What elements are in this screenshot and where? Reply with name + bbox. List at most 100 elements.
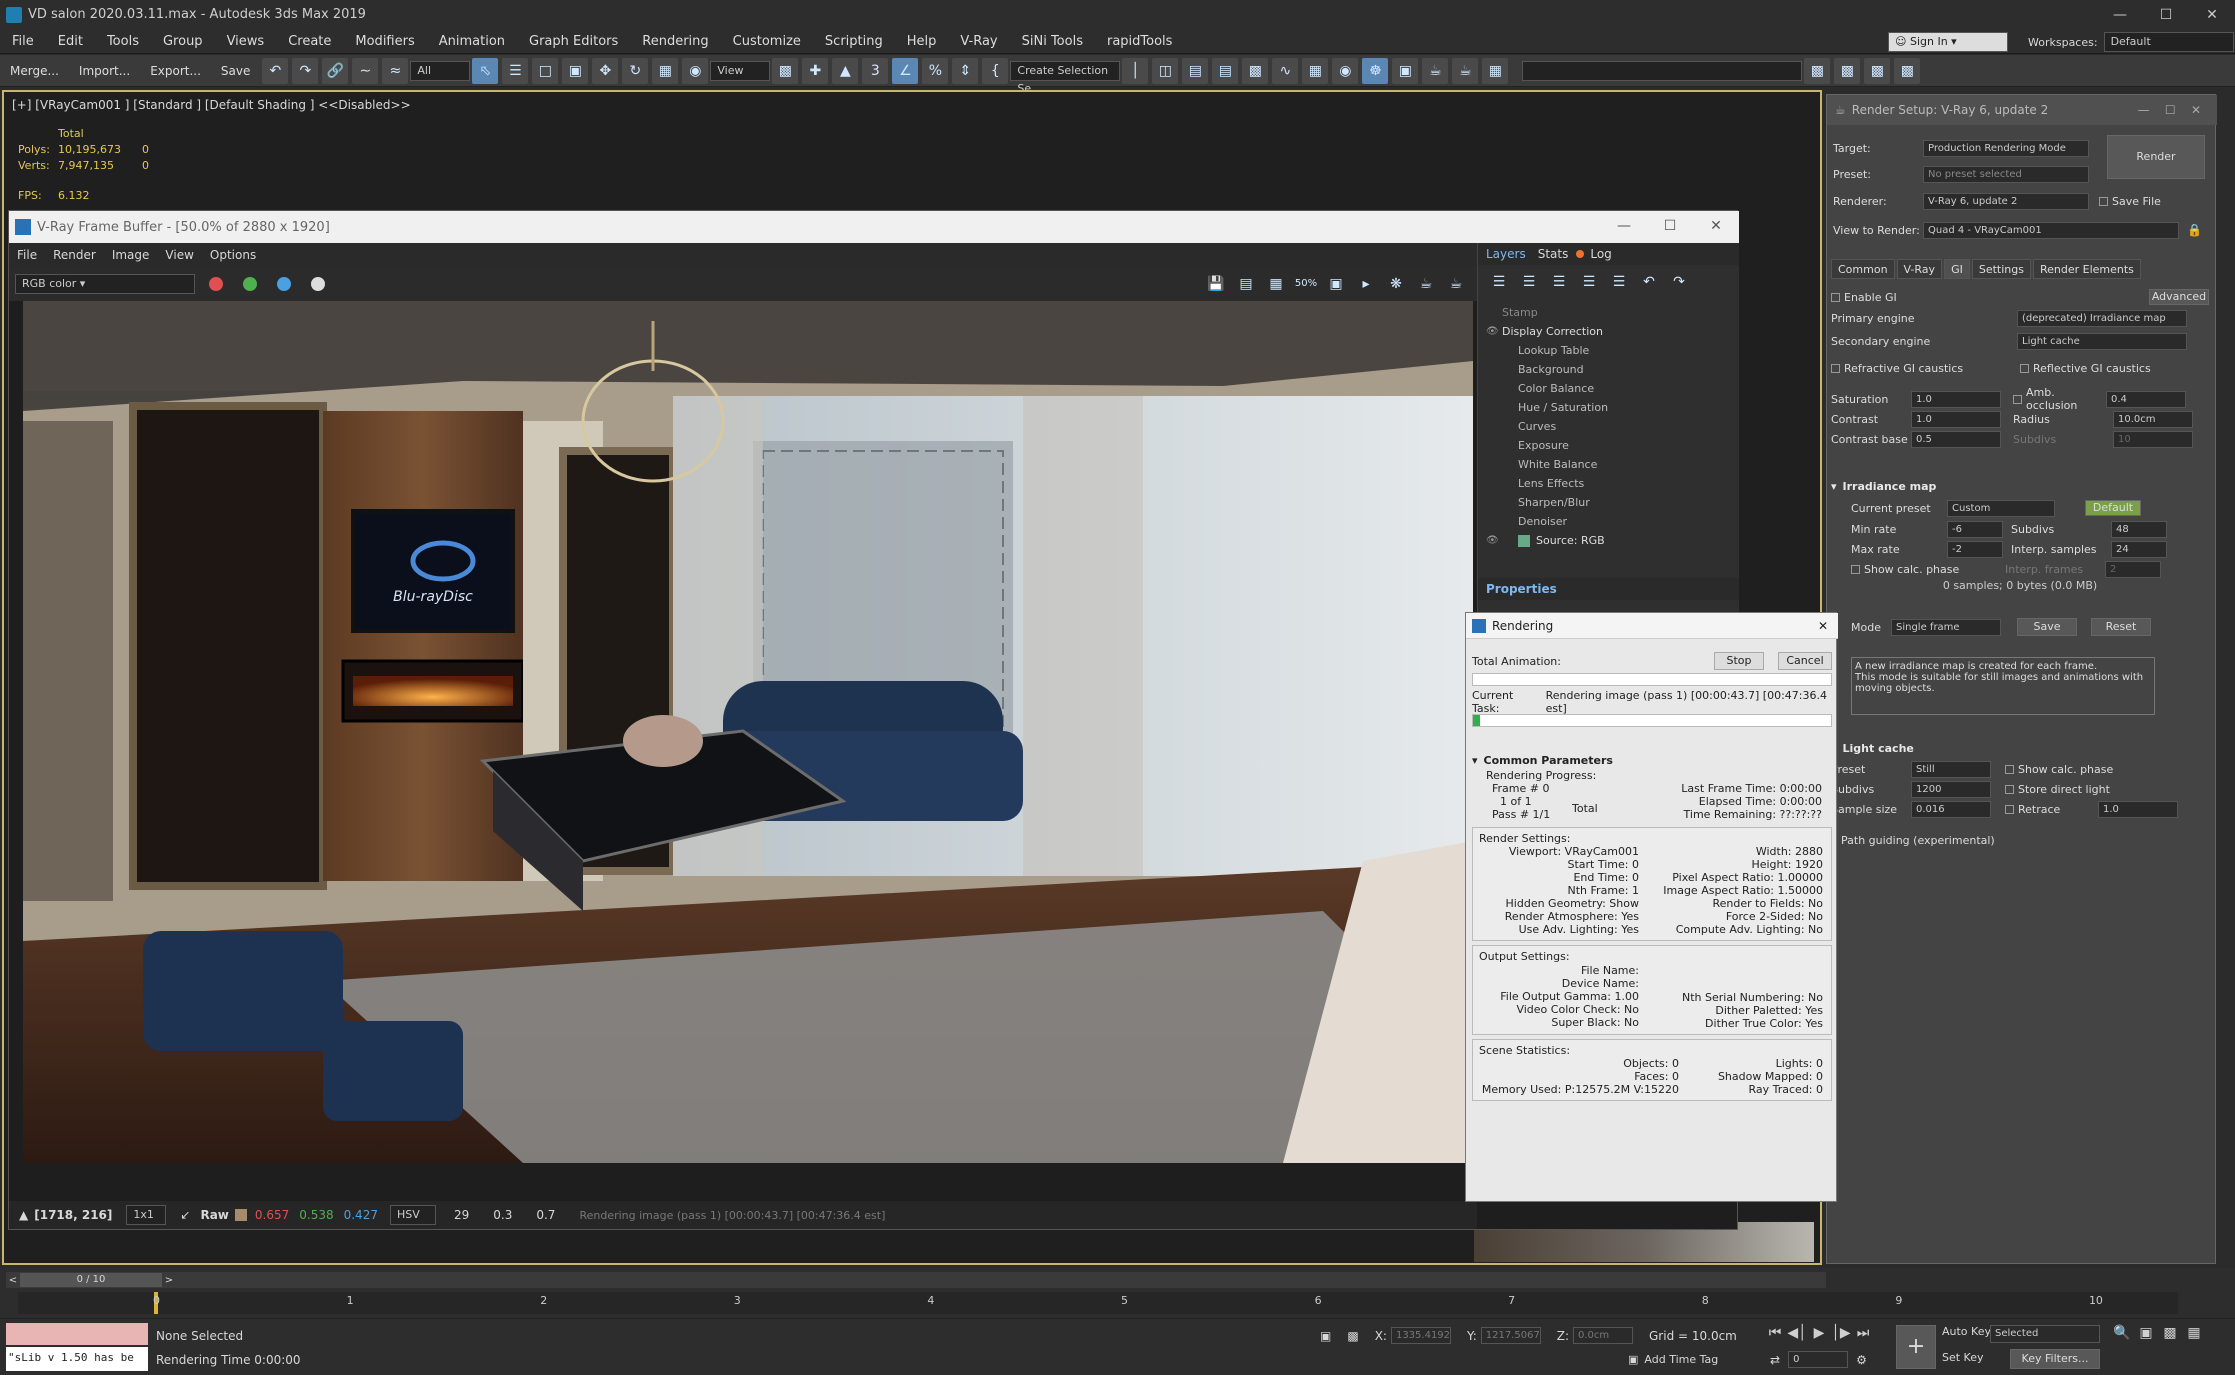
green-channel-toggle[interactable] xyxy=(243,277,257,291)
save-layers-icon[interactable]: ☰ xyxy=(1546,269,1572,295)
rect-selection-icon[interactable]: □ xyxy=(532,57,559,84)
vfb-menu-file[interactable]: File xyxy=(9,248,45,262)
abs-mode-icon[interactable]: ▩ xyxy=(1347,1329,1358,1343)
menu-sini-tools[interactable]: SiNi Tools xyxy=(1010,30,1095,54)
common-parameters-header[interactable]: ▾ Common Parameters xyxy=(1472,751,1832,769)
keyboard-shortcut-icon[interactable]: ▲ xyxy=(832,57,859,84)
select-by-name-icon[interactable]: ☰ xyxy=(502,57,529,84)
save-button[interactable]: Save xyxy=(211,64,260,78)
store-direct-light-checkbox[interactable] xyxy=(2005,784,2014,794)
unlink-icon[interactable]: ∼ xyxy=(352,57,379,84)
color-space-dropdown[interactable]: HSV xyxy=(389,1205,436,1225)
layer-item[interactable]: Background xyxy=(1478,360,1739,379)
render-setup-icon[interactable]: ☸ xyxy=(1362,57,1389,84)
vray-toolbar-icon[interactable]: ▦ xyxy=(1482,57,1509,84)
key-mode-icon[interactable]: ⇄ xyxy=(1770,1353,1780,1367)
tab-render-elements[interactable]: Render Elements xyxy=(2032,259,2141,279)
key-selection-dropdown[interactable]: Selected xyxy=(1990,1325,2100,1343)
primary-engine-dropdown[interactable]: (deprecated) Irradiance map xyxy=(2017,309,2187,327)
render-setup-close-icon[interactable]: — ☐ ✕ xyxy=(2138,103,2201,117)
amb-occlusion-input[interactable]: 0.4 xyxy=(2106,390,2186,408)
menu-create[interactable]: Create xyxy=(276,30,343,54)
menu-file[interactable]: File xyxy=(0,30,46,54)
vfb-lens-icon[interactable]: ❋ xyxy=(1383,271,1409,297)
menu-vray[interactable]: V-Ray xyxy=(948,30,1009,54)
load-layers-icon[interactable]: ☰ xyxy=(1576,269,1602,295)
lock-selection-icon[interactable]: ▣ xyxy=(1320,1329,1331,1343)
minimize-button[interactable]: — xyxy=(2097,0,2143,30)
layer-list-icon[interactable]: ☰ xyxy=(1606,269,1632,295)
workspace-dropdown[interactable]: Default xyxy=(2103,32,2234,52)
lc-preset-dropdown[interactable]: Still xyxy=(1911,760,1991,778)
layer-item[interactable]: Lookup Table xyxy=(1478,341,1739,360)
close-button[interactable]: ✕ xyxy=(2189,0,2235,30)
render-iterative-icon[interactable]: ☕ xyxy=(1452,57,1479,84)
eye-icon[interactable]: 👁 xyxy=(1486,326,1502,337)
menu-modifiers[interactable]: Modifiers xyxy=(343,30,426,54)
percent-snap-icon[interactable]: % xyxy=(922,57,949,84)
tool-b-icon[interactable]: ▩ xyxy=(1834,57,1861,84)
place-icon[interactable]: ◉ xyxy=(682,57,709,84)
menu-help[interactable]: Help xyxy=(895,30,949,54)
prev-key-icon[interactable]: ◀│ xyxy=(1786,1325,1808,1341)
render-image[interactable]: Blu-rayDisc xyxy=(23,301,1473,1163)
tool-c-icon[interactable]: ▩ xyxy=(1864,57,1891,84)
export-button[interactable]: Export... xyxy=(140,64,211,78)
sign-in-dropdown[interactable]: ☺ Sign In ▾ xyxy=(1888,32,2008,52)
vfb-save-icon[interactable]: 💾 xyxy=(1203,271,1229,297)
rendering-close-icon[interactable]: ✕ xyxy=(1818,619,1828,633)
maximize-button[interactable]: ☐ xyxy=(2143,0,2189,30)
play-icon[interactable]: ▶ xyxy=(1808,1325,1830,1341)
select-manipulate-icon[interactable]: ✚ xyxy=(802,57,829,84)
zoom-extents-icon[interactable]: ▩ xyxy=(2158,1325,2182,1341)
y-coord-input[interactable]: 1217.5067 xyxy=(1480,1327,1541,1344)
layer-item[interactable]: Curves xyxy=(1478,417,1739,436)
irr-default-button[interactable]: Default xyxy=(2085,500,2141,516)
window-crossing-icon[interactable]: ▣ xyxy=(562,57,589,84)
stop-button[interactable]: Stop xyxy=(1714,652,1764,670)
viewport-label[interactable]: [+] [VRayCam001 ] [Standard ] [Default S… xyxy=(12,98,411,112)
rendered-frame-window-icon[interactable]: ▣ xyxy=(1392,57,1419,84)
track-bar[interactable]: 0 1 2 3 4 5 6 7 8 9 10 xyxy=(18,1292,2178,1314)
cancel-button[interactable]: Cancel xyxy=(1778,652,1832,670)
layer-item[interactable]: Stamp xyxy=(1478,303,1739,322)
render-production-icon[interactable]: ☕ xyxy=(1422,57,1449,84)
vfb-render-icon[interactable]: ☕ xyxy=(1413,271,1439,297)
menu-graph-editors[interactable]: Graph Editors xyxy=(517,30,630,54)
tab-layers[interactable]: Layers xyxy=(1486,247,1526,261)
layer-item[interactable]: 👁 Display Correction xyxy=(1478,322,1739,341)
menu-views[interactable]: Views xyxy=(215,30,277,54)
add-time-tag[interactable]: Add Time Tag xyxy=(1644,1353,1718,1366)
tab-common[interactable]: Common xyxy=(1831,259,1895,279)
scale-icon[interactable]: ▦ xyxy=(652,57,679,84)
mirror-icon[interactable]: │ xyxy=(1122,57,1149,84)
redo-icon[interactable]: ↷ xyxy=(292,57,319,84)
menu-animation[interactable]: Animation xyxy=(427,30,517,54)
time-slider[interactable]: < 0 / 10 > xyxy=(6,1272,1826,1288)
zoom-icon[interactable]: 🔍 xyxy=(2110,1325,2134,1341)
curve-editor-icon[interactable]: ∿ xyxy=(1272,57,1299,84)
tab-gi[interactable]: GI xyxy=(1944,259,1970,279)
vfb-save-all-icon[interactable]: ▤ xyxy=(1233,271,1259,297)
contrast-input[interactable]: 1.0 xyxy=(1911,410,2001,428)
zoom-all-icon[interactable]: ▣ xyxy=(2134,1325,2158,1341)
auto-key-button[interactable]: Auto Key xyxy=(1942,1325,1991,1338)
vfb-region-icon[interactable]: ▦ xyxy=(1263,271,1289,297)
next-key-icon[interactable]: │▶ xyxy=(1830,1325,1852,1341)
vfb-close-button[interactable]: ✕ xyxy=(1693,211,1739,241)
layer-item[interactable]: 👁 Source: RGB xyxy=(1478,531,1739,550)
ribbon-icon[interactable]: ▩ xyxy=(1242,57,1269,84)
z-coord-input[interactable]: 0.0cm xyxy=(1573,1327,1633,1344)
render-button[interactable]: Render xyxy=(2107,135,2205,179)
zoom-dropdown[interactable]: 1x1 xyxy=(126,1205,167,1225)
menu-customize[interactable]: Customize xyxy=(721,30,813,54)
renderer-dropdown[interactable]: V-Ray 6, update 2 xyxy=(1923,192,2089,210)
irr-subdivs-input[interactable]: 48 xyxy=(2111,520,2167,538)
remove-layer-icon[interactable]: ☰ xyxy=(1516,269,1542,295)
preset-dropdown[interactable]: No preset selected xyxy=(1923,165,2089,183)
irr-reset-button[interactable]: Reset xyxy=(2091,618,2151,636)
menu-group[interactable]: Group xyxy=(151,30,215,54)
light-cache-header[interactable]: ▾Light cache xyxy=(1831,737,2209,759)
vfb-ipr-icon[interactable]: ☕ xyxy=(1443,271,1469,297)
rotate-icon[interactable]: ↻ xyxy=(622,57,649,84)
